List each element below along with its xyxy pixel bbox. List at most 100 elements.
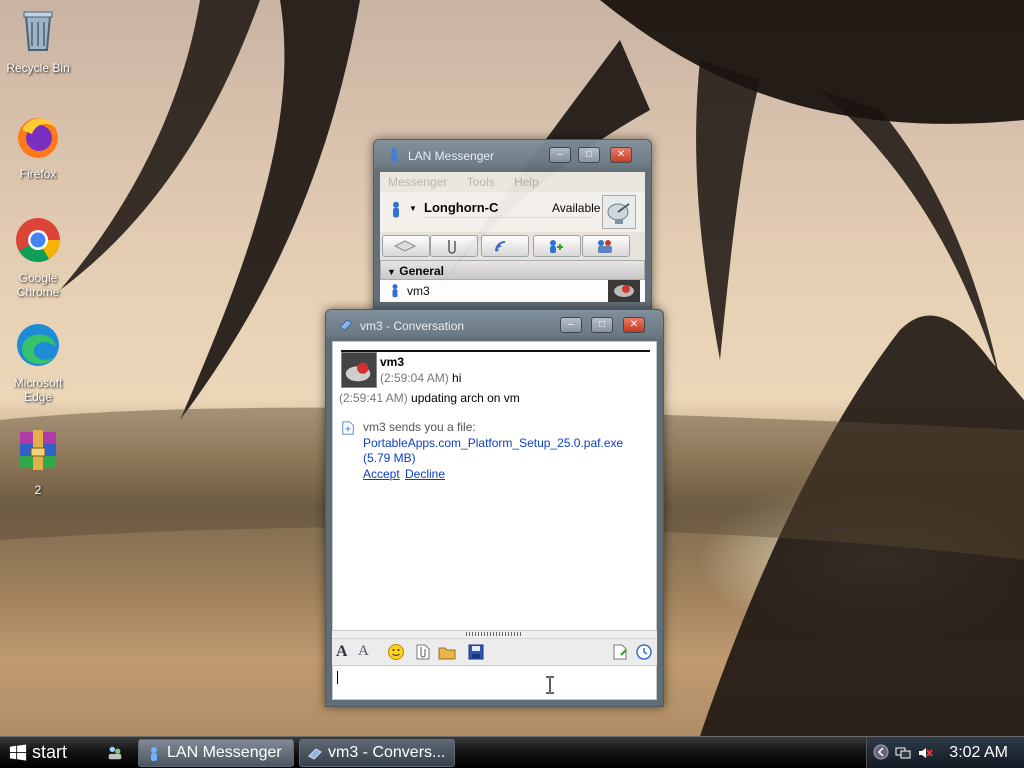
message-time: (2:59:04 AM) bbox=[380, 371, 449, 385]
save-icon[interactable] bbox=[467, 643, 485, 661]
desktop-icon-firefox[interactable]: Firefox bbox=[1, 112, 75, 181]
group-collapse-icon[interactable]: ▼ bbox=[387, 267, 396, 277]
firefox-icon bbox=[18, 118, 58, 158]
desktop-icon-recycle-bin[interactable]: Recycle Bin bbox=[1, 6, 75, 75]
desktop-icon-label: Recycle Bin bbox=[6, 61, 70, 75]
close-button[interactable]: ✕ bbox=[610, 147, 632, 163]
message-text: hi bbox=[452, 371, 462, 385]
smiley-icon[interactable] bbox=[387, 643, 405, 661]
taskbar-item-lan-messenger[interactable]: LAN Messenger bbox=[138, 739, 294, 767]
ibeam-cursor-icon bbox=[546, 676, 554, 694]
desktop-icon-label: 2 bbox=[34, 483, 42, 497]
desktop-icon-label: Google Chrome bbox=[16, 271, 60, 299]
close-button[interactable]: ✕ bbox=[623, 317, 645, 333]
broadcast-icon bbox=[495, 241, 506, 252]
menu-tools[interactable]: Tools bbox=[459, 172, 503, 189]
user-name: Longhorn-C bbox=[424, 200, 499, 215]
font-color-icon[interactable]: A bbox=[358, 643, 376, 661]
group-name: General bbox=[399, 264, 444, 278]
chat-message: (2:59:04 AM) hi bbox=[380, 371, 461, 385]
start-button[interactable]: start bbox=[0, 737, 92, 768]
clear-history-icon[interactable] bbox=[611, 643, 629, 661]
lan-messenger-titlebar[interactable]: LAN Messenger – □ ✕ bbox=[374, 140, 651, 170]
minimize-button[interactable]: – bbox=[560, 317, 582, 333]
minimize-button[interactable]: – bbox=[549, 147, 571, 163]
file-offer-filename: PortableApps.com_Platform_Setup_25.0.paf… bbox=[363, 436, 624, 450]
status-dropdown-arrow[interactable]: ▼ bbox=[409, 204, 417, 213]
desktop-icon-microsoft-edge[interactable]: Microsoft Edge bbox=[1, 321, 75, 404]
desktop-icon-label: Microsoft Edge bbox=[13, 376, 63, 404]
message-separator bbox=[341, 350, 650, 352]
volume-muted-icon[interactable] bbox=[917, 745, 933, 761]
manage-groups-button[interactable] bbox=[582, 235, 630, 257]
conversation-titlebar[interactable]: vm3 - Conversation – □ ✕ bbox=[326, 310, 663, 340]
file-transfer-icon bbox=[342, 421, 354, 435]
message-history[interactable]: vm3 (2:59:04 AM) hi (2:59:41 AM) updatin… bbox=[332, 341, 657, 631]
paperclip-icon bbox=[448, 240, 456, 254]
sender-name: vm3 bbox=[380, 355, 405, 369]
quick-launch-icon[interactable] bbox=[106, 744, 124, 762]
taskbar-item-label: vm3 - Convers... bbox=[328, 744, 446, 761]
taskbar-clock[interactable]: 3:02 AM bbox=[949, 744, 1008, 762]
user-info-bar: ▼ Longhorn-C Available bbox=[380, 192, 645, 232]
contact-name: vm3 bbox=[407, 284, 430, 298]
desktop-icon-google-chrome[interactable]: Google Chrome bbox=[1, 216, 75, 299]
sender-avatar bbox=[341, 352, 377, 388]
lan-messenger-title: LAN Messenger bbox=[408, 149, 495, 163]
network-icon[interactable] bbox=[895, 745, 911, 761]
message-text: updating arch on vm bbox=[411, 391, 520, 405]
action-toolbar bbox=[380, 232, 645, 260]
decline-file-link[interactable]: Decline bbox=[405, 467, 445, 481]
message-input[interactable] bbox=[332, 665, 657, 700]
windows-logo-icon bbox=[9, 744, 27, 761]
user-status-text: Available bbox=[552, 201, 601, 215]
taskbar-item-label: LAN Messenger bbox=[167, 744, 282, 761]
text-caret bbox=[337, 671, 338, 684]
conversation-taskbar-icon bbox=[308, 748, 322, 760]
file-offer-intro: vm3 sends you a file: bbox=[363, 420, 476, 434]
send-file-button[interactable] bbox=[430, 235, 478, 257]
file-offer-size: (5.79 MB) bbox=[363, 451, 416, 465]
maximize-button[interactable]: □ bbox=[591, 317, 613, 333]
start-label: start bbox=[32, 742, 68, 762]
contact-item[interactable]: vm3 bbox=[380, 280, 645, 302]
chrome-icon bbox=[16, 218, 60, 262]
taskbar-item-conversation[interactable]: vm3 - Convers... bbox=[299, 739, 455, 767]
lan-messenger-app-icon bbox=[391, 148, 397, 162]
accept-file-link[interactable]: Accept bbox=[363, 467, 400, 481]
menu-help[interactable]: Help bbox=[506, 172, 547, 189]
satellite-avatar-icon[interactable] bbox=[602, 195, 636, 229]
contact-group-header[interactable]: ▼ General bbox=[380, 260, 645, 280]
chat-message: (2:59:41 AM) updating arch on vm bbox=[339, 391, 520, 405]
send-file-icon[interactable] bbox=[414, 643, 432, 661]
broadcast-button[interactable] bbox=[481, 235, 529, 257]
history-icon[interactable] bbox=[635, 643, 653, 661]
user-status-icon[interactable] bbox=[390, 200, 402, 220]
recycle-bin-icon bbox=[23, 11, 53, 51]
add-contact-icon bbox=[550, 240, 563, 253]
font-icon[interactable]: A bbox=[336, 643, 354, 661]
contact-status-icon bbox=[392, 284, 398, 298]
contact-avatar bbox=[608, 280, 640, 302]
conversation-app-icon bbox=[339, 319, 353, 331]
system-tray: 3:02 AM bbox=[866, 737, 1024, 768]
winrar-archive-icon bbox=[20, 430, 56, 470]
lan-messenger-taskbar-icon bbox=[151, 747, 157, 761]
groups-icon bbox=[598, 240, 612, 253]
conversation-toolbar: A A bbox=[332, 638, 657, 664]
menu-messenger[interactable]: Messenger bbox=[380, 172, 455, 189]
send-folder-icon[interactable] bbox=[438, 643, 456, 661]
add-contact-button[interactable] bbox=[533, 235, 581, 257]
conversation-window[interactable]: vm3 - Conversation – □ ✕ vm3 (2:59:04 AM… bbox=[325, 309, 664, 707]
message-time: (2:59:41 AM) bbox=[339, 391, 408, 405]
lan-messenger-menubar: Messenger Tools Help bbox=[380, 172, 645, 192]
taskbar: start LAN Messenger vm3 - Convers... 3:0… bbox=[0, 736, 1024, 768]
desktop-icon-label: Firefox bbox=[19, 167, 57, 181]
tray-expand-icon[interactable] bbox=[873, 744, 889, 760]
desktop-icon-winrar-archive[interactable]: 2 bbox=[1, 428, 75, 497]
chat-button[interactable] bbox=[382, 235, 430, 257]
maximize-button[interactable]: □ bbox=[578, 147, 600, 163]
personal-message-field[interactable] bbox=[424, 217, 594, 229]
lan-messenger-window[interactable]: LAN Messenger – □ ✕ Messenger Tools Help… bbox=[373, 139, 652, 314]
splitter-grip[interactable] bbox=[466, 632, 522, 636]
